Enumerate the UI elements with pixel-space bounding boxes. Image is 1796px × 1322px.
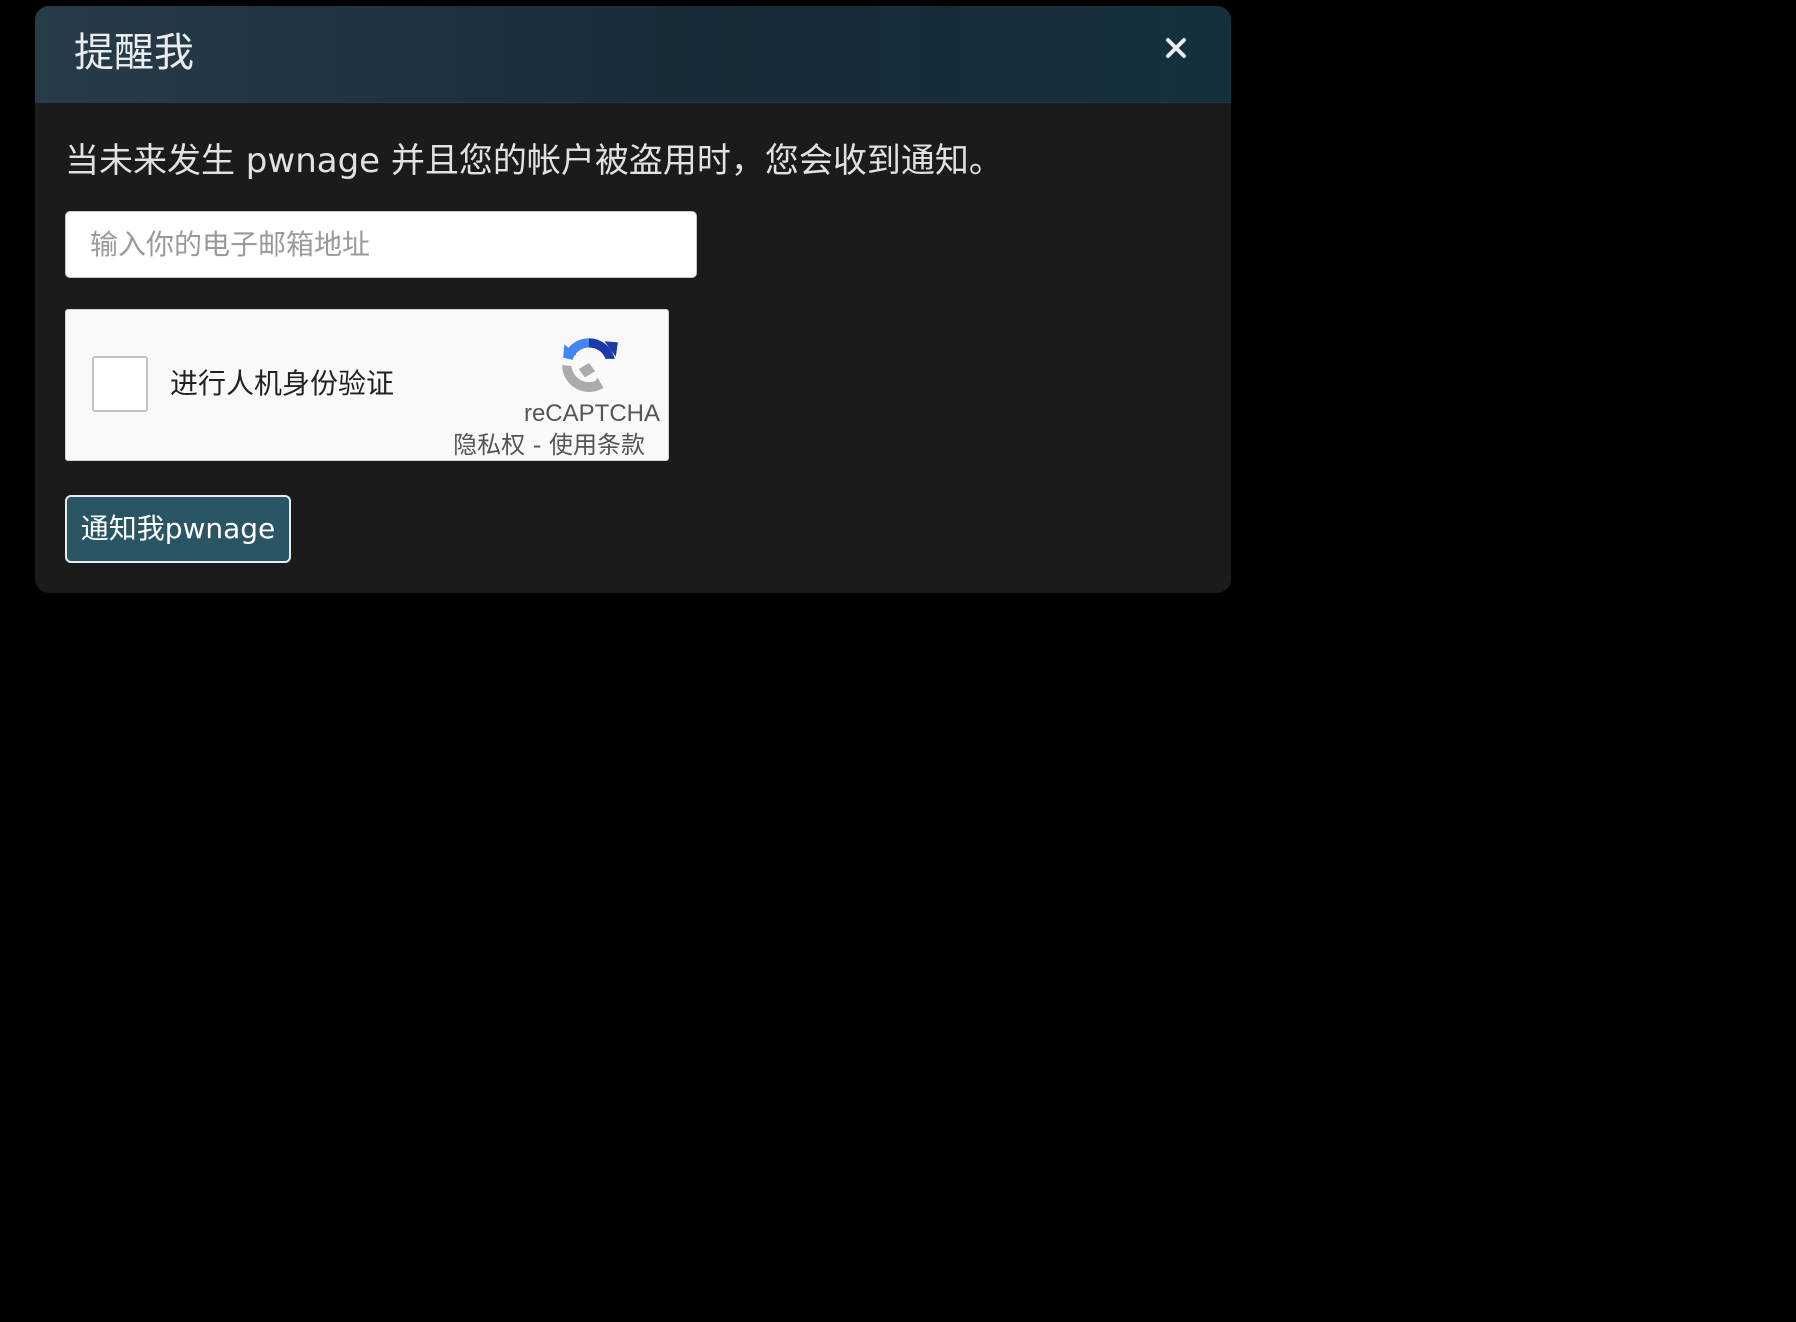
modal-header: 提醒我 — [35, 6, 1231, 103]
recaptcha-logo-icon — [562, 338, 618, 392]
terms-link[interactable]: 使用条款 — [549, 431, 645, 459]
close-button[interactable] — [1158, 30, 1194, 66]
recaptcha-widget: 进行人机身份验证 reCAPTCHA 隐私权 - 使用条款 — [65, 309, 669, 461]
recaptcha-links: 隐私权 - 使用条款 — [453, 430, 645, 460]
recaptcha-label: 进行人机身份验证 — [170, 367, 395, 400]
email-input[interactable] — [65, 211, 697, 278]
notify-me-button[interactable]: 通知我pwnage — [65, 495, 291, 563]
recaptcha-checkbox[interactable] — [92, 356, 148, 412]
notify-modal: 提醒我 当未来发生 pwnage 并且您的帐户被盗用时，您会收到通知。 进行人机… — [35, 6, 1231, 593]
privacy-link[interactable]: 隐私权 — [453, 431, 525, 459]
close-icon — [1166, 38, 1186, 58]
links-separator: - — [525, 431, 549, 459]
modal-description: 当未来发生 pwnage 并且您的帐户被盗用时，您会收到通知。 — [65, 141, 1003, 181]
modal-title: 提醒我 — [74, 30, 194, 76]
recaptcha-brand: reCAPTCHA — [523, 400, 660, 427]
